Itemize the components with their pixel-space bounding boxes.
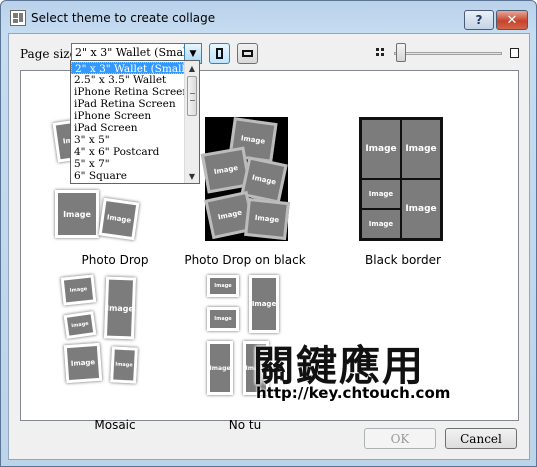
theme-black-border[interactable]: Image Image Image Image Image Black bord… <box>323 80 483 267</box>
ok-button[interactable]: OK <box>364 428 436 449</box>
watermark-url: http://key.chtouch.com <box>256 384 451 402</box>
theme-mosaic[interactable]: Image Image Image Image Image Mosaic <box>35 241 195 432</box>
cancel-button[interactable]: Cancel <box>445 428 517 449</box>
dropdown-option[interactable]: iPhone Screen <box>71 110 184 122</box>
scroll-down-icon[interactable]: ▼ <box>185 169 199 183</box>
theme-name: Black border <box>365 253 441 267</box>
image-placeholder: Image <box>402 180 440 238</box>
image-placeholder: Image <box>207 307 239 331</box>
image-placeholder: Image <box>207 275 239 297</box>
image-placeholder: Image <box>249 275 279 333</box>
title-bar[interactable]: Select theme to create collage ? ✕ <box>1 1 536 33</box>
app-icon <box>10 10 26 26</box>
dropdown-option[interactable]: 2.5" x 3.5" Wallet <box>71 74 184 86</box>
page-size-value: 2" x 3" Wallet (Small) <box>75 46 195 59</box>
dropdown-option[interactable]: 3" x 5" <box>71 134 184 146</box>
scroll-up-icon[interactable]: ▲ <box>185 61 199 75</box>
dropdown-option[interactable]: iPhone Retina Screen <box>71 86 189 98</box>
dropdown-option[interactable]: iPad Screen <box>71 122 184 134</box>
image-placeholder: Image <box>103 276 137 340</box>
image-placeholder: Image <box>60 274 97 306</box>
landscape-orientation-button[interactable] <box>237 43 258 64</box>
dropdown-option[interactable]: 4" x 6" Postcard <box>71 146 184 158</box>
landscape-icon <box>242 50 253 57</box>
page-size-dropdown-list[interactable]: 2" x 3" Wallet (Small) 2.5" x 3.5" Walle… <box>70 60 200 184</box>
dropdown-option[interactable]: 2" x 3" Wallet (Small) <box>71 62 189 75</box>
image-placeholder: Image <box>244 197 290 241</box>
dialog-window: Select theme to create collage ? ✕ Page … <box>0 0 537 467</box>
window-title: Select theme to create collage <box>31 11 216 25</box>
dropdown-option[interactable]: 5" x 7" <box>71 158 184 170</box>
thumbnail-size-slider-track[interactable] <box>394 52 502 55</box>
portrait-orientation-button[interactable] <box>209 43 230 64</box>
dropdown-option[interactable]: 6" Square <box>71 170 184 182</box>
image-placeholder: Image <box>362 180 400 208</box>
theme-name: No tu <box>228 418 262 432</box>
scrollbar-thumb[interactable] <box>187 76 197 116</box>
theme-photo-drop-on-black[interactable]: Image Image Image Image Image Photo Drop… <box>180 80 340 267</box>
watermark-title: 關鍵應用 <box>253 342 425 390</box>
portrait-icon <box>216 48 223 59</box>
image-placeholder: Image <box>207 341 233 395</box>
small-thumbnails-icon <box>376 48 384 56</box>
image-placeholder: Image <box>402 120 440 178</box>
dropdown-scrollbar[interactable]: ▲ ▼ <box>184 61 199 183</box>
dropdown-option[interactable]: iPad Retina Screen <box>71 98 184 110</box>
thumbnail-size-slider-thumb[interactable] <box>396 43 406 62</box>
image-placeholder: Image <box>98 197 140 241</box>
help-button[interactable]: ? <box>464 10 494 30</box>
image-placeholder: Image <box>63 342 103 384</box>
close-button[interactable]: ✕ <box>496 10 528 30</box>
image-placeholder: Image <box>362 210 400 238</box>
image-placeholder: Image <box>110 346 138 384</box>
image-placeholder: Image <box>63 311 97 339</box>
large-thumbnails-icon <box>510 48 519 58</box>
image-placeholder: Image <box>55 190 99 238</box>
image-placeholder: Image <box>362 120 400 178</box>
